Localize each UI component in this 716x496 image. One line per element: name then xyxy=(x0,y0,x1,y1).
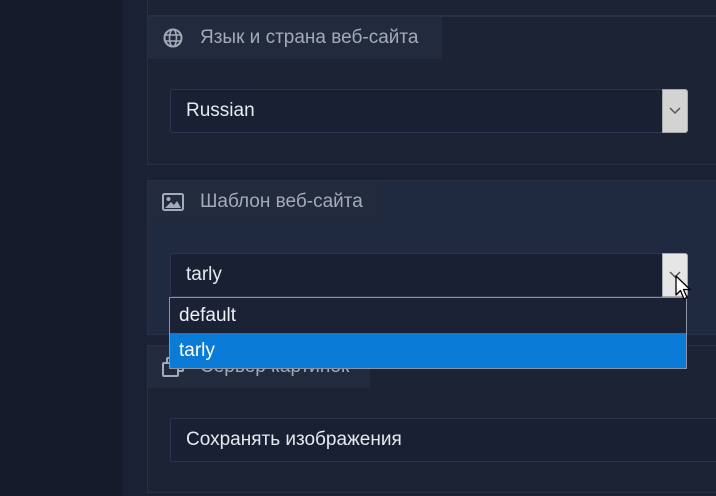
language-card-header: Язык и страна веб-сайта xyxy=(148,17,442,59)
image-icon xyxy=(162,191,184,213)
template-card-title: Шаблон веб-сайта xyxy=(200,191,363,212)
template-select-value: tarly xyxy=(186,264,222,285)
chevron-down-icon xyxy=(669,107,681,115)
image-server-select-value: Сохранять изображения xyxy=(186,429,402,450)
dropdown-option-tarly[interactable]: tarly xyxy=(170,333,686,368)
template-select[interactable]: tarly xyxy=(170,253,688,297)
previous-card-edge xyxy=(147,0,716,16)
language-card-title: Язык и страна веб-сайта xyxy=(200,27,419,48)
language-select-button[interactable] xyxy=(662,89,688,133)
language-select-value: Russian xyxy=(186,100,255,121)
globe-icon xyxy=(162,27,184,49)
template-dropdown-list: default tarly xyxy=(169,297,687,369)
language-card: Язык и страна веб-сайта Russian xyxy=(147,16,716,165)
language-select[interactable]: Russian xyxy=(170,89,688,133)
image-server-select[interactable]: Сохранять изображения xyxy=(170,418,716,462)
sidebar xyxy=(0,0,123,496)
mouse-cursor-icon xyxy=(675,275,691,300)
dropdown-option-default[interactable]: default xyxy=(170,298,686,333)
template-card-header: Шаблон веб-сайта xyxy=(148,181,383,223)
